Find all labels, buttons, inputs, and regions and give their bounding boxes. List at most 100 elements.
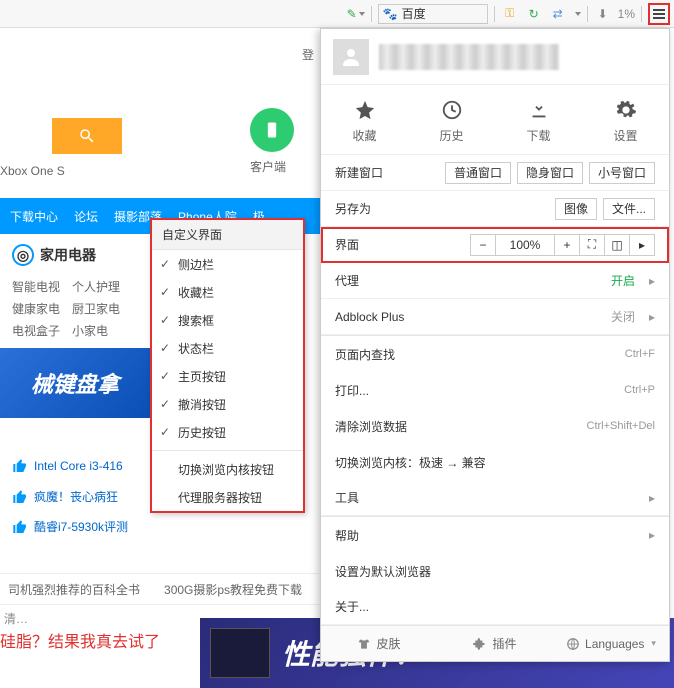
shortcut: Ctrl+Shift+Del [587, 420, 655, 432]
phone-icon [262, 120, 282, 140]
thumb-link[interactable]: Intel Core i3-416 [12, 458, 123, 474]
quick-download[interactable]: 下载 [504, 99, 574, 144]
big-search-button[interactable] [52, 118, 122, 154]
section-title: 家用电器 [40, 245, 96, 265]
submenu-item-historybtn[interactable]: 历史按钮 [152, 418, 303, 446]
btn-normal-window[interactable]: 普通窗口 [445, 162, 511, 184]
key-icon[interactable]: ⚿ [501, 5, 519, 23]
submenu-item-corebtn[interactable]: 切换浏览内核按钮 [152, 455, 303, 483]
menu-find[interactable]: 页面内查找 Ctrl+F [321, 336, 669, 372]
menu-label: 关于... [335, 598, 655, 615]
category-link[interactable]: 小家电 [72, 324, 108, 338]
category-link[interactable]: 个人护理 [72, 280, 120, 294]
thumb-label: 疯魔！丧心病狂 [34, 488, 118, 505]
btn-save-file[interactable]: 文件... [603, 198, 655, 220]
quick-label: 设置 [613, 127, 637, 144]
menu-print[interactable]: 打印... Ctrl+P [321, 372, 669, 408]
menu-proxy[interactable]: 代理 开启 ▸ [321, 263, 669, 299]
quick-history[interactable]: 历史 [417, 99, 487, 144]
menu-save-as[interactable]: 另存为 图像 文件... [321, 191, 669, 227]
login-link[interactable]: 登 [302, 46, 314, 63]
shortcut: Ctrl+F [625, 348, 655, 360]
nav-item[interactable]: 论坛 [74, 208, 98, 225]
category-link[interactable]: 智能电视 [12, 280, 60, 294]
submenu-item-sidebar[interactable]: 侧边栏 [152, 250, 303, 278]
bottom-label: 皮肤 [376, 635, 400, 652]
submenu-item-proxybtn[interactable]: 代理服务器按钮 [152, 483, 303, 511]
user-section[interactable] [321, 29, 669, 85]
breadcrumb[interactable]: 清… [4, 610, 28, 627]
baidu-paw-icon: 🐾 [383, 7, 398, 21]
submenu-item-searchbox[interactable]: 搜索框 [152, 306, 303, 334]
translate-icon[interactable]: ⇄ [549, 5, 567, 23]
adblock-status: 关闭 [611, 308, 635, 325]
submenu-item-favorites[interactable]: 收藏栏 [152, 278, 303, 306]
category-link[interactable]: 电视盒子 [12, 324, 60, 338]
user-icon [339, 45, 363, 69]
panel-bottom-bar: 皮肤 插件 Languages▾ [321, 625, 669, 661]
zoom-out-button[interactable]: − [470, 234, 496, 256]
submenu-title: 自定义界面 [152, 220, 303, 250]
menu-label: 打印... [335, 382, 624, 399]
download-icon [528, 99, 550, 121]
btn-save-image[interactable]: 图像 [555, 198, 597, 220]
category-link[interactable]: 厨卫家电 [72, 302, 120, 316]
menu-set-default[interactable]: 设置为默认浏览器 [321, 553, 669, 589]
bottom-link[interactable]: 300G摄影ps教程免费下载 [164, 581, 302, 598]
separator [371, 6, 372, 22]
thumb-link[interactable]: 酷睿i7-5930k评测 [12, 518, 128, 535]
download-arrow-icon[interactable]: ⬇ [594, 5, 612, 23]
gear-icon [615, 99, 637, 121]
bottom-link[interactable]: 司机强烈推荐的百科全书 [8, 581, 140, 598]
quick-favorites[interactable]: 收藏 [330, 99, 400, 144]
chevron-down-icon: ▾ [651, 638, 656, 649]
hamburger-icon [653, 9, 665, 19]
menu-ui[interactable]: 界面 − 100% + ⛶ ◫ ▸ [321, 227, 669, 263]
separator [641, 6, 642, 22]
promo-banner[interactable]: 械键盘拿 [0, 348, 150, 418]
menu-button[interactable] [648, 3, 670, 25]
search-provider-box[interactable]: 🐾 百度 [378, 4, 488, 24]
menu-clear-data[interactable]: 清除浏览数据 Ctrl+Shift+Del [321, 408, 669, 444]
bottom-plugins[interactable]: 插件 [437, 635, 553, 652]
zoom-value: 100% [495, 234, 555, 256]
zoom-in-button[interactable]: + [554, 234, 580, 256]
refresh-icon[interactable]: ↻ [525, 5, 543, 23]
menu-switch-core[interactable]: 切换浏览内核：极速 → 兼容 [321, 444, 669, 480]
bottom-languages[interactable]: Languages▾ [553, 637, 669, 651]
menu-new-window[interactable]: 新建窗口 普通窗口 隐身窗口 小号窗口 [321, 155, 669, 191]
category-link[interactable]: 健康家电 [12, 302, 60, 316]
menu-label: 清除浏览数据 [335, 418, 587, 435]
category-row: 智能电视个人护理 [12, 276, 132, 298]
section-header: ◎ 家用电器 [12, 244, 96, 266]
cpu-chip-icon [210, 628, 270, 678]
fullscreen-button[interactable]: ⛶ [579, 234, 605, 256]
sidebar-toggle-button[interactable]: ◫ [604, 234, 630, 256]
submenu-item-statusbar[interactable]: 状态栏 [152, 334, 303, 362]
bottom-label: 插件 [492, 635, 516, 652]
menu-label: 切换浏览内核：极速 → 兼容 [335, 454, 655, 471]
submenu-item-undobtn[interactable]: 撤消按钮 [152, 390, 303, 418]
quick-label: 历史 [439, 127, 463, 144]
chevron-right-icon: ▸ [649, 528, 655, 542]
menu-adblock[interactable]: Adblock Plus 关闭 ▸ [321, 299, 669, 335]
chevron-down-icon[interactable] [575, 12, 581, 16]
avatar [333, 39, 369, 75]
search-provider-label: 百度 [402, 5, 426, 22]
menu-label: 工具 [335, 489, 641, 506]
quick-settings[interactable]: 设置 [591, 99, 661, 144]
ui-more-button[interactable]: ▸ [629, 234, 655, 256]
menu-tools[interactable]: 工具 ▸ [321, 480, 669, 516]
menu-help[interactable]: 帮助 ▸ [321, 517, 669, 553]
btn-incognito-window[interactable]: 隐身窗口 [517, 162, 583, 184]
client-label: 客户端 [250, 158, 286, 175]
nav-item[interactable]: 下载中心 [10, 208, 58, 225]
menu-about[interactable]: 关于... [321, 589, 669, 625]
quick-label: 下载 [526, 127, 550, 144]
eyedropper-icon[interactable]: ✎ [347, 5, 365, 23]
btn-small-window[interactable]: 小号窗口 [589, 162, 655, 184]
thumb-link[interactable]: 疯魔！丧心病狂 [12, 488, 118, 505]
submenu-item-homebtn[interactable]: 主页按钮 [152, 362, 303, 390]
client-icon-circle[interactable] [250, 108, 294, 152]
bottom-skin[interactable]: 皮肤 [321, 635, 437, 652]
